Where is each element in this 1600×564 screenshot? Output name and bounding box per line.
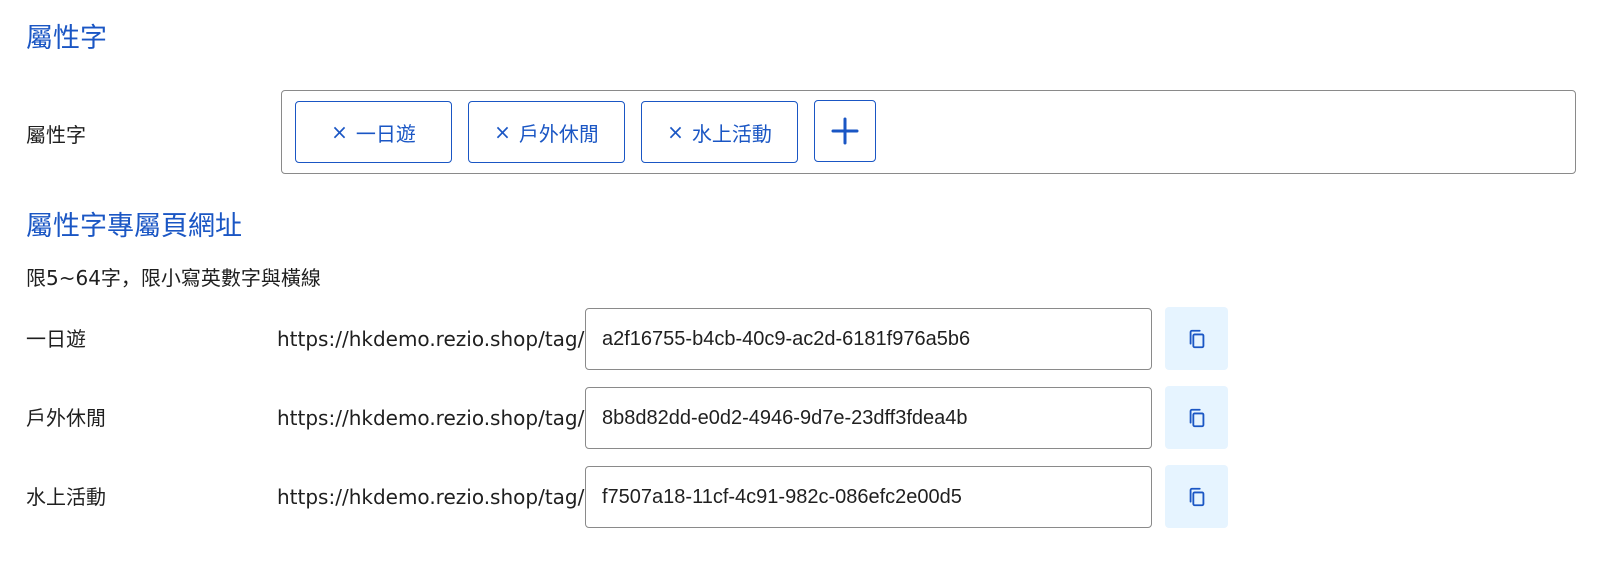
url-prefix: https://hkdemo.rezio.shop/tag/ (277, 327, 585, 351)
copy-icon (1189, 408, 1204, 427)
tag-settings-page: 屬性字 屬性字 × 一日遊 × 戶外休閒 × 水上活動 屬性字專屬頁網址 限5~… (0, 0, 1600, 564)
copy-button[interactable] (1165, 386, 1228, 449)
url-row-label: 水上活動 (26, 485, 106, 509)
url-hint-text: 限5~64字，限小寫英數字與橫線 (26, 266, 321, 290)
slug-input[interactable] (585, 466, 1152, 528)
url-row-label: 一日遊 (26, 327, 86, 351)
slug-input[interactable] (585, 308, 1152, 370)
tag-chip-outdoor-leisure[interactable]: × 戶外休閒 (468, 101, 625, 163)
copy-button[interactable] (1165, 307, 1228, 370)
url-section-title: 屬性字專屬頁網址 (26, 211, 242, 242)
slug-input[interactable] (585, 387, 1152, 449)
tags-field-label: 屬性字 (26, 123, 86, 147)
remove-icon[interactable]: × (667, 122, 684, 142)
url-prefix: https://hkdemo.rezio.shop/tag/ (277, 406, 585, 430)
tags-section-title: 屬性字 (26, 23, 107, 54)
copy-icon (1189, 329, 1204, 348)
remove-icon[interactable]: × (494, 122, 511, 142)
tag-chip-label: 戶外休閒 (518, 121, 599, 146)
plus-icon (831, 117, 859, 145)
copy-button[interactable] (1165, 465, 1228, 528)
tag-chip-water-activities[interactable]: × 水上活動 (641, 101, 798, 163)
tag-chip-label: 一日遊 (355, 121, 416, 146)
copy-icon (1189, 487, 1204, 506)
add-tag-button[interactable] (814, 100, 876, 162)
url-prefix: https://hkdemo.rezio.shop/tag/ (277, 485, 585, 509)
url-row-label: 戶外休閒 (26, 406, 106, 430)
tag-chip-label: 水上活動 (691, 121, 772, 146)
tag-chip-day-tour[interactable]: × 一日遊 (295, 101, 452, 163)
remove-icon[interactable]: × (331, 122, 348, 142)
